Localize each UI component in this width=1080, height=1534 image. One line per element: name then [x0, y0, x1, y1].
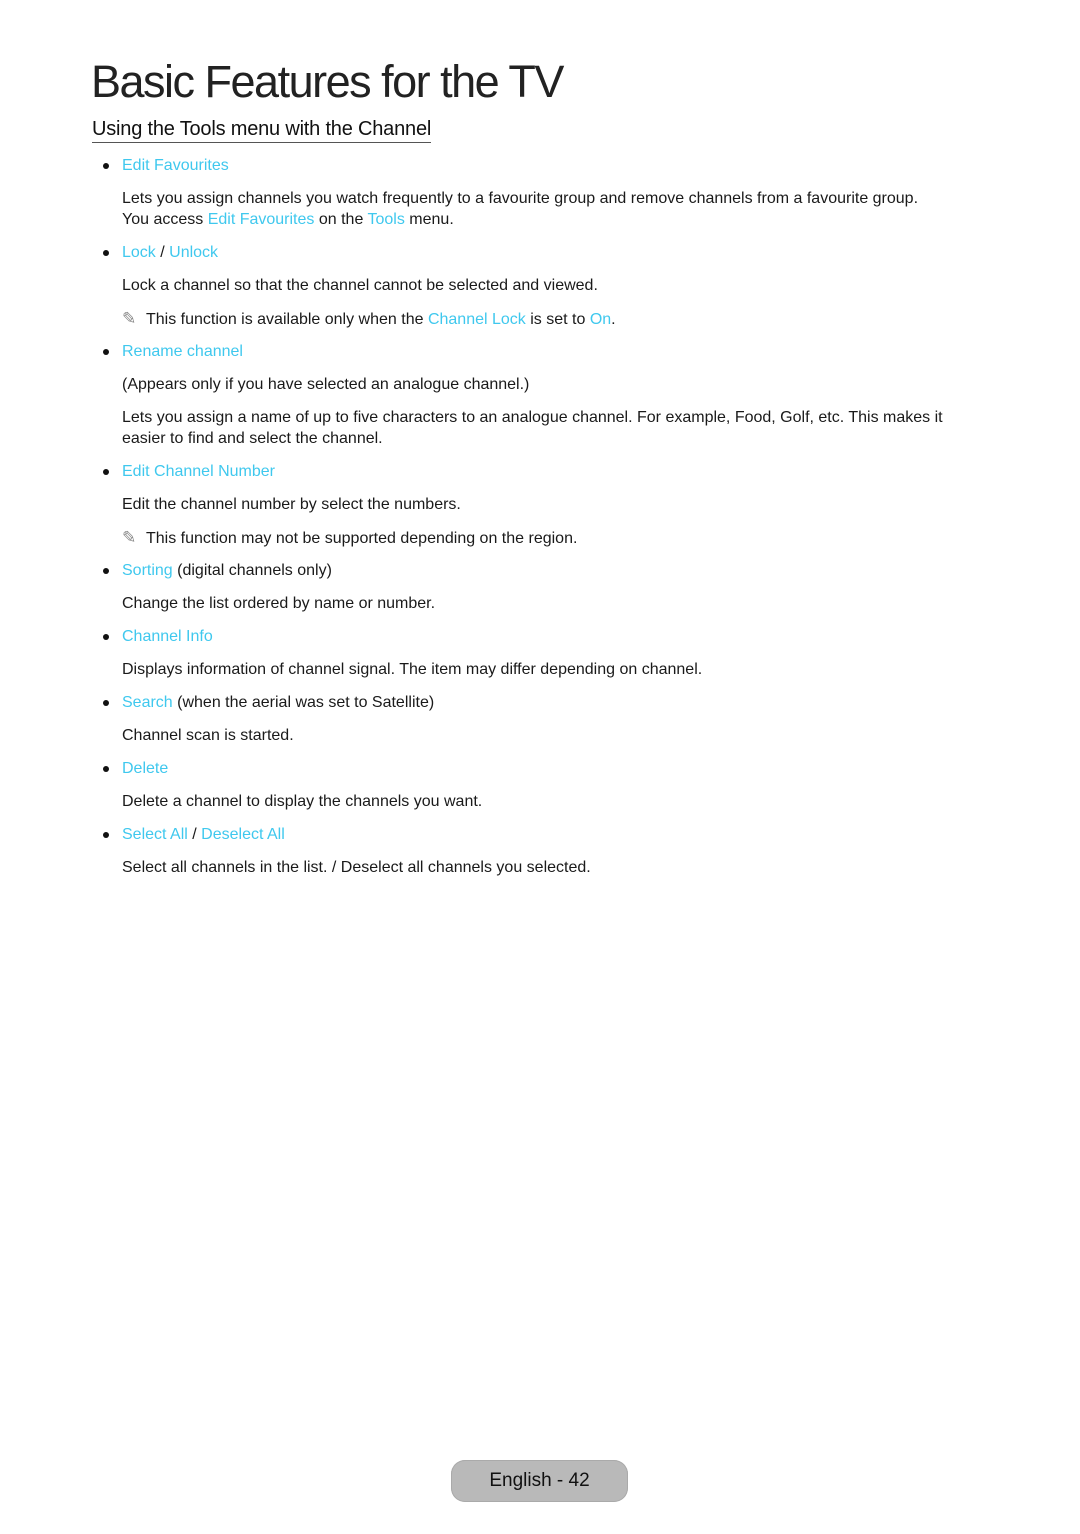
edit-favourites-ref[interactable]: Edit Favourites: [208, 211, 315, 228]
item-heading: Select All / Deselect All: [103, 824, 285, 845]
item-description: easier to find and select the channel.: [122, 430, 383, 447]
text: on the: [314, 211, 368, 228]
text: (digital channels only): [172, 562, 332, 579]
bullet-icon: [103, 163, 109, 169]
item-heading: Channel Info: [103, 626, 213, 647]
item-heading: Delete: [103, 758, 168, 779]
page-number-label: English - 42: [489, 1470, 590, 1491]
lock-link[interactable]: Lock: [122, 244, 156, 261]
separator: /: [187, 826, 202, 843]
text: is set to: [525, 311, 590, 328]
separator: /: [155, 244, 170, 261]
item-note: ✎ This function is available only when th…: [122, 308, 1002, 330]
item-description: (Appears only if you have selected an an…: [122, 376, 530, 393]
item-description: Displays information of channel signal. …: [122, 661, 703, 678]
item-heading: Rename channel: [103, 341, 243, 362]
item-description: Change the list ordered by name or numbe…: [122, 595, 436, 612]
rename-channel-link[interactable]: Rename channel: [122, 343, 243, 360]
channel-info-link[interactable]: Channel Info: [122, 628, 213, 645]
text: (when the aerial was set to Satellite): [172, 694, 435, 711]
on-ref[interactable]: On: [590, 311, 611, 328]
bullet-icon: [103, 634, 109, 640]
item-heading: Search (when the aerial was set to Satel…: [103, 692, 435, 713]
text: This function may not be supported depen…: [146, 530, 578, 547]
bullet-icon: [103, 832, 109, 838]
text: You access: [122, 211, 208, 228]
deselect-all-link[interactable]: Deselect All: [201, 826, 285, 843]
bullet-icon: [103, 250, 109, 256]
page-title: Basic Features for the TV: [91, 56, 564, 107]
unlock-link[interactable]: Unlock: [169, 244, 218, 261]
tools-ref[interactable]: Tools: [368, 211, 405, 228]
search-link[interactable]: Search: [122, 694, 173, 711]
item-heading: Lock / Unlock: [103, 242, 218, 263]
pencil-note-icon: ✎: [122, 528, 137, 547]
item-description: Edit the channel number by select the nu…: [122, 496, 461, 513]
bullet-icon: [103, 568, 109, 574]
bullet-icon: [103, 766, 109, 772]
item-heading: Edit Channel Number: [103, 461, 275, 482]
channel-lock-ref[interactable]: Channel Lock: [428, 311, 526, 328]
bullet-icon: [103, 469, 109, 475]
item-description: Lets you assign a name of up to five cha…: [122, 409, 943, 426]
item-heading: Edit Favourites: [103, 155, 229, 176]
item-description: Delete a channel to display the channels…: [122, 793, 483, 810]
pencil-note-icon: ✎: [122, 309, 137, 328]
edit-channel-number-link[interactable]: Edit Channel Number: [122, 463, 275, 480]
bullet-icon: [103, 349, 109, 355]
delete-link[interactable]: Delete: [122, 760, 168, 777]
item-description: Lock a channel so that the channel canno…: [122, 277, 598, 294]
text: menu.: [404, 211, 454, 228]
select-all-link[interactable]: Select All: [122, 826, 188, 843]
item-heading: Sorting (digital channels only): [103, 560, 332, 581]
text: .: [611, 311, 616, 328]
text: This function is available only when the: [146, 311, 428, 328]
item-description: Channel scan is started.: [122, 727, 294, 744]
item-note: ✎ This function may not be supported depe…: [122, 527, 1002, 549]
item-description: Lets you assign channels you watch frequ…: [122, 190, 919, 207]
sorting-link[interactable]: Sorting: [122, 562, 173, 579]
edit-favourites-link[interactable]: Edit Favourites: [122, 157, 229, 174]
bullet-icon: [103, 700, 109, 706]
page-number-badge: English - 42: [451, 1460, 628, 1502]
item-description: Select all channels in the list. / Desel…: [122, 859, 591, 876]
item-description: You access Edit Favourites on the Tools …: [122, 209, 1002, 230]
section-title: Using the Tools menu with the Channel: [92, 118, 431, 143]
